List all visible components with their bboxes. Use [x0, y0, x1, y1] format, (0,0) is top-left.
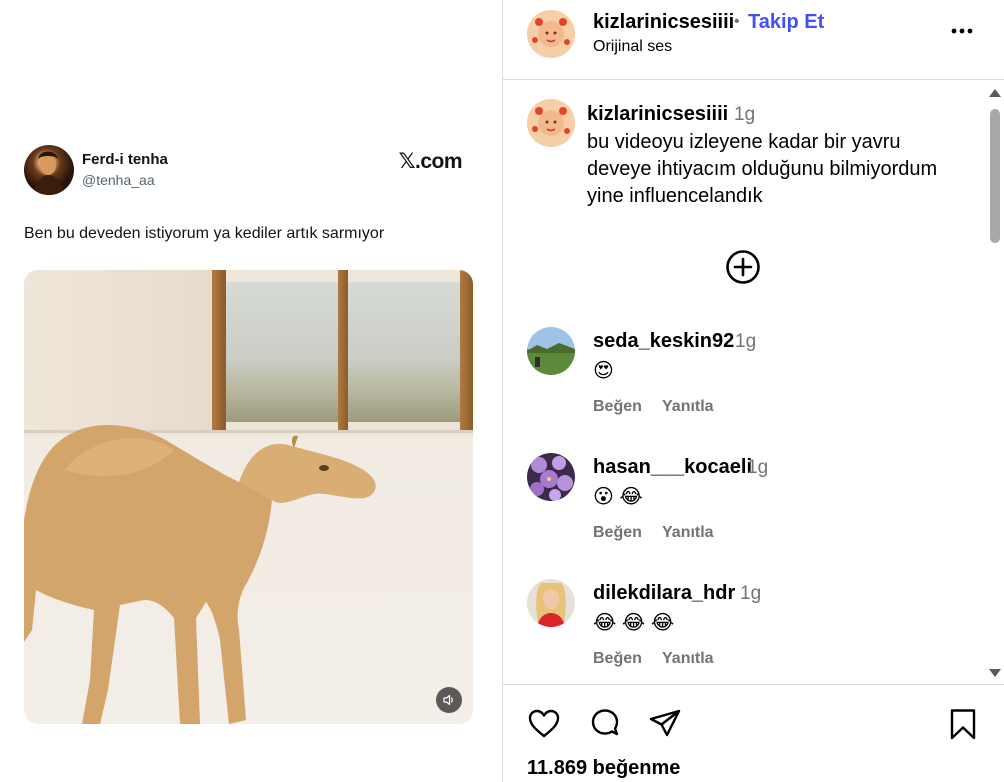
post-author-username[interactable]: kizlarinicsesiiii — [593, 11, 734, 34]
commenter-username[interactable]: hasan___kocaeli — [593, 456, 752, 479]
commenter-username[interactable]: dilekdilara_hdr — [593, 582, 735, 605]
audio-label[interactable]: Orijinal ses — [593, 38, 672, 56]
share-button[interactable] — [648, 707, 682, 741]
comment-item: dilekdilara_hdr 1g 😂 😂 😂 Beğen Yanıtla — [503, 579, 983, 683]
comments-scrollbar[interactable] — [986, 81, 1004, 683]
comment-text: 😍 — [593, 360, 614, 382]
speaker-icon — [443, 694, 453, 706]
load-more-comments-button[interactable] — [725, 249, 761, 285]
x-logo: 𝕏.com — [398, 150, 463, 173]
caption-time[interactable]: 1g — [734, 104, 755, 126]
comment-button[interactable] — [588, 707, 622, 741]
post-author-avatar[interactable] — [527, 10, 575, 58]
tweet-text: Ben bu deveden istiyorum ya kediler artı… — [24, 225, 385, 242]
likes-count[interactable]: 11.869 beğenme — [527, 757, 680, 780]
comment-like-button[interactable]: Beğen — [593, 524, 642, 542]
comment-item: hasan___kocaeli 1g 😮 😂 Beğen Yanıtla — [503, 453, 983, 563]
save-button[interactable] — [946, 707, 980, 741]
comment-like-button[interactable]: Beğen — [593, 650, 642, 668]
commenter-avatar[interactable] — [527, 579, 575, 627]
tweet-author-handle: @tenha_aa — [82, 172, 155, 188]
post-header: kizlarinicsesiiii • Takip Et Orijinal se… — [503, 0, 1004, 80]
camel-video[interactable] — [24, 270, 473, 724]
comment-reply-button[interactable]: Yanıtla — [662, 650, 714, 668]
tweet-author-avatar — [24, 145, 74, 195]
caption-author-avatar[interactable] — [527, 99, 575, 147]
paper-plane-icon — [649, 709, 681, 737]
tweet-author-name: Ferd-i tenha — [82, 151, 168, 168]
plus-circle-icon — [726, 250, 760, 284]
scroll-up-arrow[interactable] — [989, 89, 1001, 97]
comment-reply-button[interactable]: Yanıtla — [662, 524, 714, 542]
tweet-header: Ferd-i tenha @tenha_aa 𝕏.com — [24, 145, 464, 195]
camel-figure — [24, 425, 376, 724]
commenter-username[interactable]: seda_keskin92 — [593, 330, 734, 353]
more-options-button[interactable] — [949, 18, 975, 44]
comment-item: seda_keskin92 1g 😍 Beğen Yanıtla — [503, 327, 983, 437]
comment-time[interactable]: 1g — [740, 583, 761, 605]
bookmark-icon — [950, 709, 976, 740]
separator-dot: • — [734, 13, 740, 30]
comments-list: kizlarinicsesiiii 1g bu videoyu izleyene… — [503, 81, 1004, 683]
commenter-avatar[interactable] — [527, 327, 575, 375]
comment-time[interactable]: 1g — [747, 457, 768, 479]
follow-button[interactable]: Takip Et — [748, 11, 824, 34]
like-button[interactable] — [527, 707, 561, 741]
app-window: Ferd-i tenha @tenha_aa 𝕏.com Ben bu deve… — [0, 0, 1004, 782]
scroll-thumb[interactable] — [990, 109, 1000, 243]
media-pane: Ferd-i tenha @tenha_aa 𝕏.com Ben bu deve… — [0, 0, 502, 782]
more-horizontal-icon — [951, 28, 973, 34]
commenter-avatar[interactable] — [527, 453, 575, 501]
mute-toggle-button[interactable] — [436, 687, 462, 713]
caption-username[interactable]: kizlarinicsesiiii — [587, 103, 728, 126]
comment-time[interactable]: 1g — [735, 331, 756, 353]
post-details-pane: kizlarinicsesiiii • Takip Et Orijinal se… — [503, 0, 1004, 782]
comment-text: 😮 😂 — [593, 486, 643, 508]
caption-text: bu videoyu izleyene kadar bir yavru deve… — [587, 131, 938, 207]
comment-text: 😂 😂 😂 — [593, 612, 675, 634]
comment-bubble-icon — [591, 709, 619, 736]
comment-reply-button[interactable]: Yanıtla — [662, 398, 714, 416]
scroll-down-arrow[interactable] — [989, 669, 1001, 677]
comment-like-button[interactable]: Beğen — [593, 398, 642, 416]
heart-icon — [528, 709, 560, 738]
post-actions-bar: 11.869 beğenme — [503, 684, 1004, 782]
